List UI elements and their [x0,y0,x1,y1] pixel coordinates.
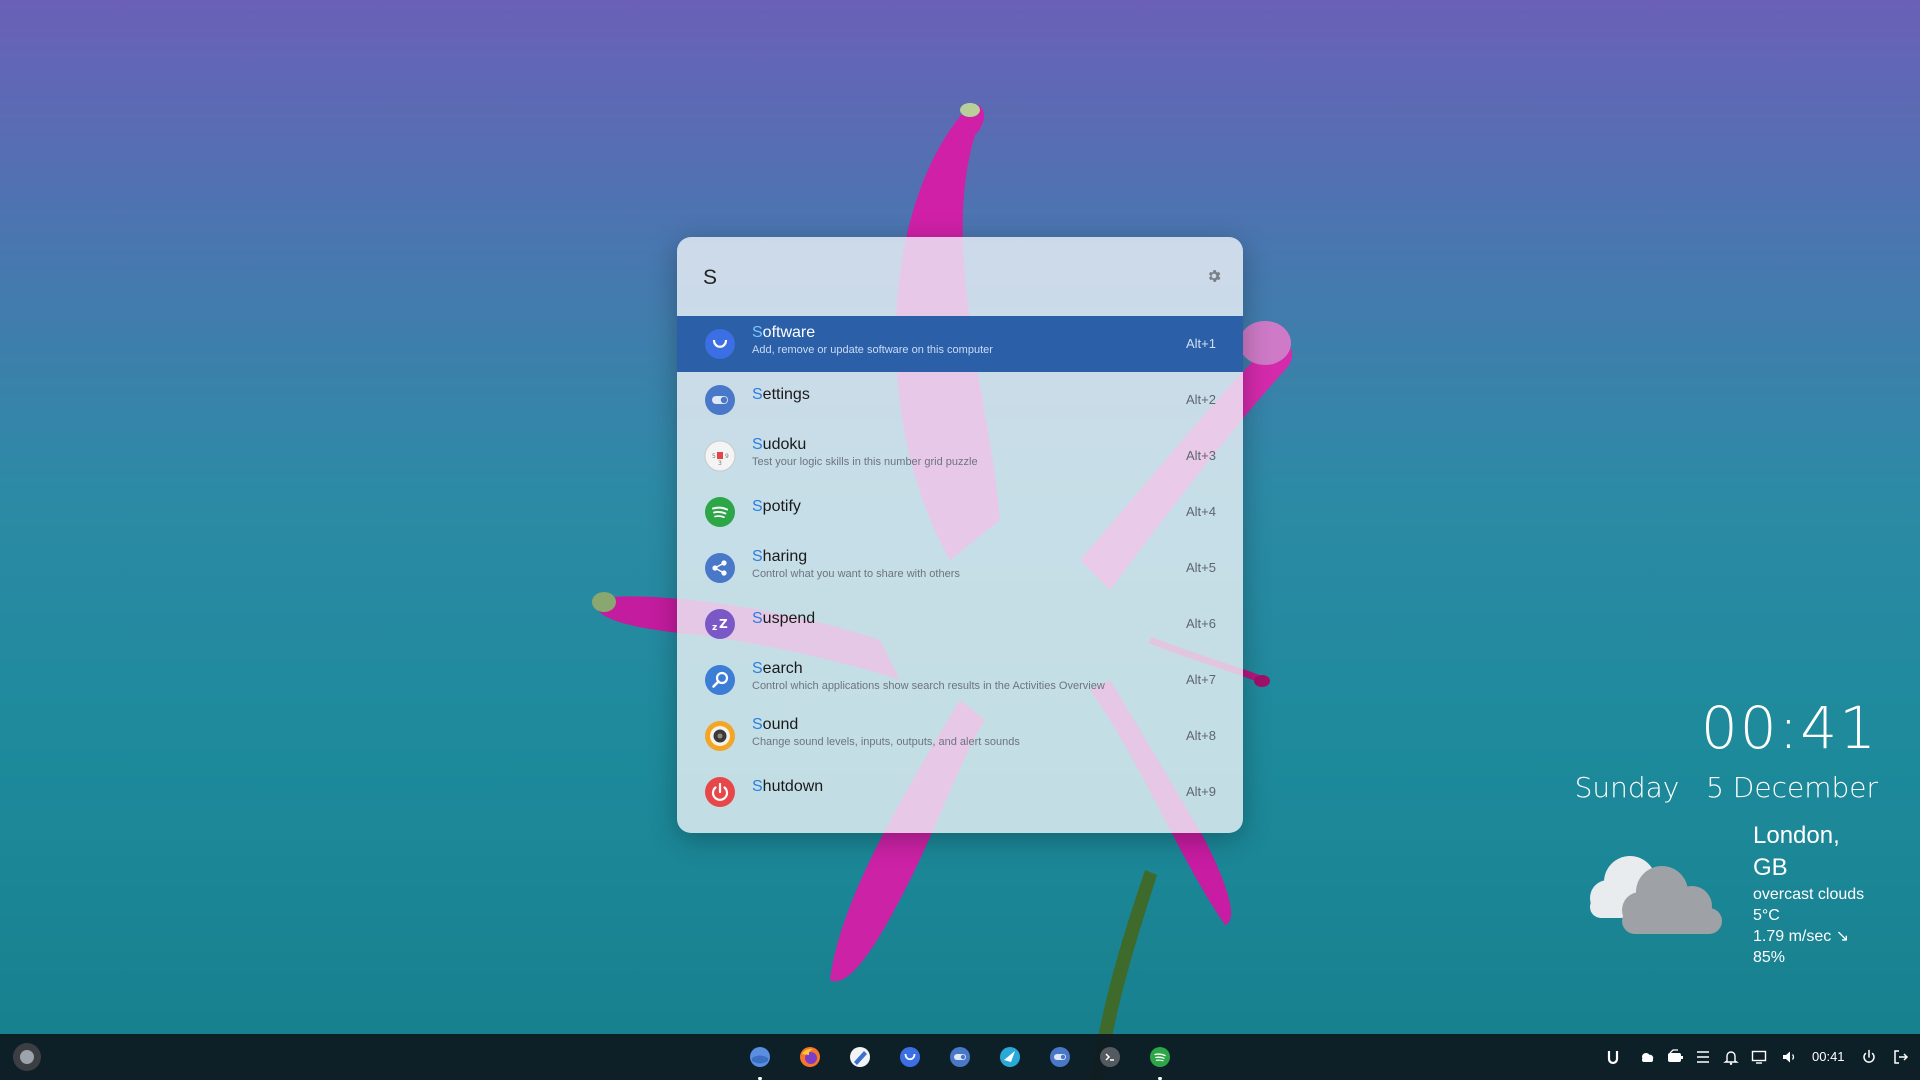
svg-text:Z: Z [719,617,728,631]
settings-app-icon [705,385,735,415]
clock-date: Sunday 5 December [1575,768,1878,808]
result-shortcut: Alt+7 [1186,672,1216,687]
sharing-icon [705,553,735,583]
sound-icon [705,721,735,751]
result-shortcut: Alt+3 [1186,448,1216,463]
sudoku-icon: 5 9 3 [704,440,736,472]
svg-text:3: 3 [718,460,722,467]
weather-humidity: 85% [1753,949,1786,966]
result-name: Sharing [752,548,808,565]
result-name: Software [752,324,816,341]
display-icon[interactable] [1750,1048,1768,1066]
weather-condition: overcast clouds [1753,886,1865,903]
weather-widget: London, GB overcast clouds 5°C 1.79 m/se… [1580,818,1880,966]
gear-icon [1208,270,1221,282]
ulauncher-icon[interactable] [1604,1048,1622,1066]
result-search[interactable]: Search Control which applications show s… [677,652,1243,708]
launcher-window: Software Add, remove or update software … [677,237,1243,833]
spotify-icon [705,497,735,527]
volume-icon[interactable] [1780,1048,1798,1066]
taskbar: 00:41 [0,1034,1920,1080]
result-sharing[interactable]: Sharing Control what you want to share w… [677,540,1243,596]
launcher-search-row [677,237,1243,316]
settings-icon[interactable] [949,1046,971,1068]
weather-city: London, GB [1753,822,1840,881]
logout-icon[interactable] [1892,1048,1910,1066]
result-spotify[interactable]: Spotify Alt+4 [677,484,1243,540]
clock-day: Sunday [1574,771,1680,804]
result-description: Add, remove or update software on this c… [752,344,993,356]
firefox-icon[interactable] [799,1046,821,1068]
result-shortcut: Alt+4 [1186,504,1216,519]
spotify-icon[interactable] [1149,1046,1171,1068]
result-name: Sudoku [752,436,807,453]
result-shortcut: Alt+6 [1186,616,1216,631]
result-shortcut: Alt+8 [1186,728,1216,743]
result-settings[interactable]: Settings Alt+2 [677,372,1243,428]
bell-icon[interactable] [1722,1048,1740,1066]
search-app-icon [705,665,735,695]
clock-time: 00:41 [1700,694,1878,762]
files-icon[interactable] [749,1046,771,1068]
result-description: Test your logic skills in this number gr… [752,456,978,468]
result-shutdown[interactable]: Shutdown Alt+9 [677,764,1243,820]
launcher-settings-button[interactable] [1201,263,1227,289]
launcher-search-input[interactable] [701,257,1175,299]
battery-icon[interactable] [1666,1048,1684,1066]
weather-temperature: 5°C [1753,907,1780,924]
result-shortcut: Alt+9 [1186,784,1216,799]
svg-text:z: z [712,623,717,633]
result-name: Search [752,660,803,677]
result-software[interactable]: Software Add, remove or update software … [677,316,1243,372]
desktop-clock: 00:41 Sunday 5 December [1575,690,1878,808]
result-name: Shutdown [752,778,824,795]
cloud-icon [1590,856,1722,934]
result-description: Control what you want to share with othe… [752,568,960,580]
result-description: Change sound levels, inputs, outputs, an… [752,736,1020,748]
settings-icon[interactable] [1049,1046,1071,1068]
app-menu-button[interactable] [13,1043,41,1071]
software-icon [705,329,735,359]
menu-icon [20,1050,34,1064]
shutdown-icon [705,777,735,807]
weather-info: London, GB overcast clouds 5°C 1.79 m/se… [1753,820,1880,968]
result-shortcut: Alt+5 [1186,560,1216,575]
text-editor-icon[interactable] [849,1046,871,1068]
result-suspend[interactable]: z Z Suspend Alt+6 [677,596,1243,652]
svg-text:9: 9 [725,453,729,460]
result-shortcut: Alt+1 [1186,336,1216,351]
result-sound[interactable]: Sound Change sound levels, inputs, outpu… [677,708,1243,764]
result-description: Control which applications show search r… [752,680,1105,692]
result-name: Suspend [752,610,816,627]
result-name: Sound [752,716,799,733]
suspend-icon: z Z [705,609,735,639]
terminal-icon[interactable] [1099,1046,1121,1068]
result-name: Spotify [752,498,801,515]
result-shortcut: Alt+2 [1186,392,1216,407]
weather-wind: 1.79 m/sec ↘ [1753,928,1850,945]
web-browser-icon[interactable] [999,1046,1021,1068]
result-sudoku[interactable]: 5 9 3 Sudoku Test your logic skills in t… [677,428,1243,484]
clock-day-month: 5 December [1706,771,1878,804]
result-name: Settings [752,386,810,403]
svg-text:5: 5 [712,453,716,460]
cloud-icon[interactable] [1638,1048,1656,1066]
taskbar-clock[interactable]: 00:41 [1812,1049,1845,1064]
power-icon[interactable] [1860,1048,1878,1066]
menu-icon[interactable] [1694,1048,1712,1066]
software-icon[interactable] [899,1046,921,1068]
